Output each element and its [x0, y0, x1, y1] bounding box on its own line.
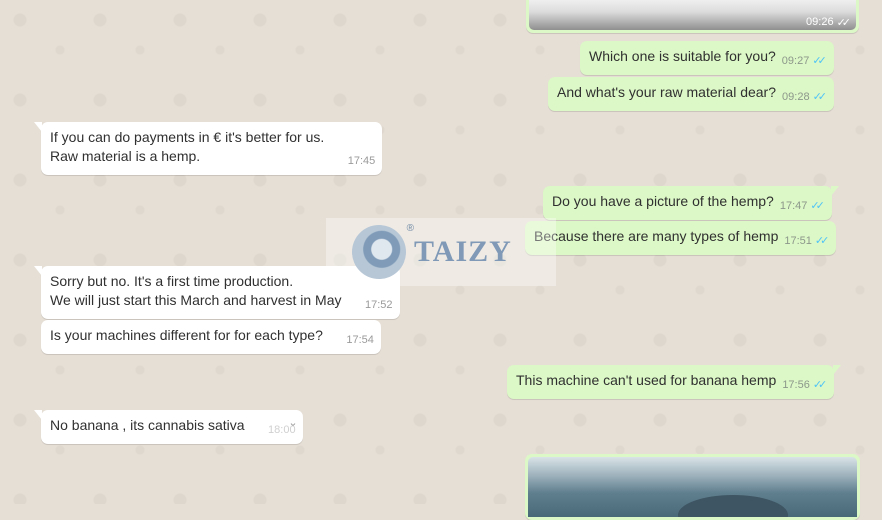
message-text: If you can do payments in € it's better …	[50, 129, 325, 145]
outgoing-message[interactable]: And what's your raw material dear? 09:28…	[548, 77, 834, 111]
message-time: 17:52	[364, 299, 393, 311]
watermark-brand: TAIZY	[414, 235, 512, 268]
message-text: Which one is suitable for you?	[589, 48, 776, 64]
image-thumbnail[interactable]	[528, 457, 857, 517]
incoming-message[interactable]: No banana , its cannabis sativa ⌄ 18:00	[34, 410, 303, 444]
registered-mark: ®	[406, 223, 414, 234]
message-time: 17:45	[347, 155, 376, 167]
message-text: Do you have a picture of the hemp?	[552, 193, 774, 209]
image-message[interactable]	[525, 454, 860, 520]
message-meta: 09:27 ✓✓	[782, 52, 827, 71]
message-text: No banana , its cannabis sativa	[50, 417, 245, 433]
brand-logo-icon: ®	[352, 223, 414, 279]
incoming-message[interactable]: Is your machines different for for each …	[41, 320, 381, 354]
message-time: 17:51	[784, 235, 812, 247]
message-text: Because there are many types of hemp	[534, 228, 779, 244]
message-meta: 17:51 ✓✓	[784, 232, 829, 251]
message-text: Raw material is a hemp.	[50, 148, 201, 164]
read-receipt-icon: ✓✓	[836, 17, 852, 29]
outgoing-message[interactable]: This machine can't used for banana hemp …	[507, 365, 842, 399]
message-meta: 17:45	[348, 152, 376, 171]
read-receipt-icon: ✓✓	[814, 235, 830, 247]
message-time: 09:27	[781, 55, 810, 67]
read-receipt-icon: ✓✓	[810, 200, 825, 212]
message-time: 09:28	[782, 91, 810, 103]
message-time: 17:56	[782, 379, 810, 391]
message-text: And what's your raw material dear?	[557, 84, 776, 100]
message-text: We will just start this March and harves…	[50, 292, 342, 308]
read-receipt-icon: ✓✓	[812, 55, 827, 67]
message-time: 17:47	[779, 200, 808, 212]
message-time: 09:26	[806, 16, 834, 28]
message-text: This machine can't used for banana hemp	[516, 372, 777, 388]
watermark: ® TAIZY	[326, 218, 556, 286]
message-meta: 09:28 ✓✓	[782, 88, 827, 107]
message-meta: 17:54	[346, 331, 374, 350]
image-message[interactable]: 09:26 ✓✓	[526, 0, 859, 33]
read-receipt-icon: ✓✓	[812, 91, 828, 103]
message-meta: 17:56 ✓✓	[782, 376, 827, 395]
message-time: 18:00	[268, 424, 296, 436]
outgoing-message[interactable]: Do you have a picture of the hemp? 17:47…	[543, 186, 839, 220]
message-meta: 18:00	[268, 421, 296, 440]
incoming-message[interactable]: If you can do payments in € it's better …	[33, 122, 383, 175]
message-meta: 09:26 ✓✓	[806, 16, 851, 29]
message-time: 17:54	[346, 334, 374, 346]
outgoing-message[interactable]: Because there are many types of hemp 17:…	[525, 221, 837, 255]
read-receipt-icon: ✓✓	[812, 379, 828, 391]
outgoing-message[interactable]: Which one is suitable for you? 09:27 ✓✓	[580, 41, 834, 75]
message-text: Sorry but no. It's a first time producti…	[50, 273, 294, 289]
message-meta: 17:52	[365, 296, 393, 315]
message-meta: 17:47 ✓✓	[780, 197, 825, 216]
message-text: Is your machines different for for each …	[50, 327, 323, 343]
